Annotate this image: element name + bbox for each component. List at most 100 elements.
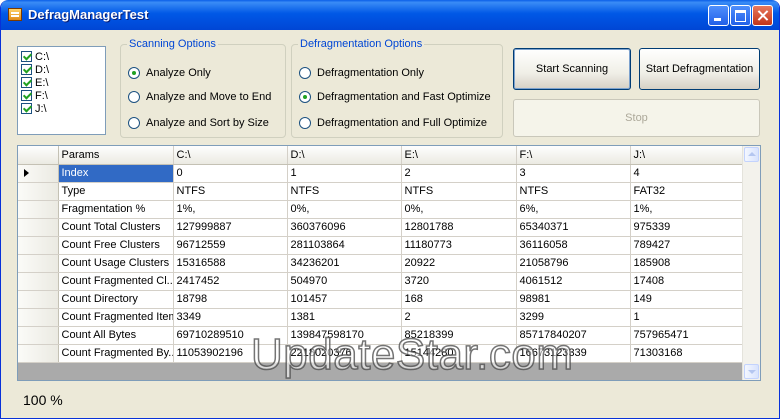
- grid-cell[interactable]: NTFS: [516, 182, 631, 201]
- column-header[interactable]: Params: [58, 146, 174, 165]
- grid-cell[interactable]: 2: [401, 308, 517, 327]
- radio-icon[interactable]: [128, 117, 140, 129]
- grid-cell[interactable]: 11180773: [401, 236, 517, 255]
- checkbox-checked-icon[interactable]: [21, 77, 32, 88]
- minimize-button[interactable]: [708, 5, 729, 26]
- grid-cell[interactable]: NTFS: [173, 182, 288, 201]
- maximize-button[interactable]: [730, 5, 751, 26]
- drive-item[interactable]: C:\: [21, 50, 105, 63]
- grid-cell[interactable]: 149: [630, 290, 745, 309]
- grid-cell[interactable]: 4061512: [516, 272, 631, 291]
- grid-cell[interactable]: 71303168: [630, 344, 745, 363]
- checkbox-checked-icon[interactable]: [21, 64, 32, 75]
- grid-cell[interactable]: Count Directory: [58, 290, 174, 309]
- grid-cell[interactable]: 1381: [287, 308, 402, 327]
- column-header[interactable]: J:\: [630, 146, 745, 165]
- table-row[interactable]: Fragmentation % 1%, 0%, 0%, 6%, 1%,: [18, 200, 745, 219]
- grid-cell[interactable]: NTFS: [401, 182, 517, 201]
- grid-cell[interactable]: 3: [516, 164, 631, 183]
- radio-icon[interactable]: [299, 67, 311, 79]
- grid-cell[interactable]: 0%,: [401, 200, 517, 219]
- grid-cell[interactable]: 127999887: [173, 218, 288, 237]
- grid-cell[interactable]: 2417452: [173, 272, 288, 291]
- grid-cell[interactable]: 98981: [516, 290, 631, 309]
- grid-cell[interactable]: 2: [401, 164, 517, 183]
- grid-cell[interactable]: 0: [173, 164, 288, 183]
- grid-cell[interactable]: Index: [58, 164, 174, 183]
- radio-selected-icon[interactable]: [299, 91, 311, 103]
- start-scanning-button[interactable]: Start Scanning: [513, 48, 631, 90]
- grid-cell[interactable]: 1: [630, 308, 745, 327]
- radio-icon[interactable]: [299, 117, 311, 129]
- radio-defrag-only[interactable]: Defragmentation Only: [299, 67, 424, 79]
- grid-cell[interactable]: 504970: [287, 272, 402, 291]
- drive-item[interactable]: F:\: [21, 89, 105, 102]
- row-header[interactable]: [18, 218, 59, 237]
- row-header[interactable]: [18, 254, 59, 273]
- grid-cell[interactable]: 3349: [173, 308, 288, 327]
- table-row[interactable]: Count Fragmented Cl... 2417452 504970 3720 4…: [18, 272, 745, 291]
- radio-analyze-move-end[interactable]: Analyze and Move to End: [128, 91, 271, 103]
- row-header[interactable]: [18, 164, 59, 183]
- grid-cell[interactable]: 20922: [401, 254, 517, 273]
- row-header[interactable]: [18, 308, 59, 327]
- checkbox-checked-icon[interactable]: [21, 103, 32, 114]
- grid-cell[interactable]: 0%,: [287, 200, 402, 219]
- grid-cell[interactable]: Count Total Clusters: [58, 218, 174, 237]
- grid-cell[interactable]: 36116058: [516, 236, 631, 255]
- grid-cell[interactable]: 1%,: [173, 200, 288, 219]
- grid-cell[interactable]: Type: [58, 182, 174, 201]
- table-row[interactable]: Index 0 1 2 3 4: [18, 164, 745, 183]
- grid-cell[interactable]: 168: [401, 290, 517, 309]
- scroll-down-button[interactable]: [744, 364, 759, 379]
- grid-cell[interactable]: 6%,: [516, 200, 631, 219]
- table-row[interactable]: Count Total Clusters 127999887 360376096 12…: [18, 218, 745, 237]
- row-header[interactable]: [18, 236, 59, 255]
- grid-cell[interactable]: Count Usage Clusters: [58, 254, 174, 273]
- drive-item[interactable]: J:\: [21, 102, 105, 115]
- vertical-scrollbar[interactable]: [742, 146, 760, 380]
- grid-cell[interactable]: 96712559: [173, 236, 288, 255]
- grid-cell[interactable]: Fragmentation %: [58, 200, 174, 219]
- row-header[interactable]: [18, 272, 59, 291]
- radio-icon[interactable]: [128, 91, 140, 103]
- grid-cell[interactable]: 757965471: [630, 326, 745, 345]
- column-header[interactable]: D:\: [287, 146, 402, 165]
- table-row[interactable]: Count Fragmented Item 3349 1381 2 3299 1: [18, 308, 745, 327]
- checkbox-checked-icon[interactable]: [21, 90, 32, 101]
- grid-cell[interactable]: 12801788: [401, 218, 517, 237]
- radio-defrag-fast-optimize[interactable]: Defragmentation and Fast Optimize: [299, 91, 491, 103]
- grid-cell[interactable]: 1%,: [630, 200, 745, 219]
- row-header[interactable]: [18, 290, 59, 309]
- grid-cell[interactable]: 975339: [630, 218, 745, 237]
- grid-cell[interactable]: 185908: [630, 254, 745, 273]
- table-row[interactable]: Count Usage Clusters 15316588 34236201 2092…: [18, 254, 745, 273]
- grid-corner-cell[interactable]: [18, 146, 59, 165]
- table-row[interactable]: Count Directory 18798 101457 168 98981 149: [18, 290, 745, 309]
- grid-cell[interactable]: Count Fragmented Cl...: [58, 272, 174, 291]
- drive-item[interactable]: D:\: [21, 63, 105, 76]
- stop-button[interactable]: Stop: [513, 99, 760, 137]
- radio-defrag-full-optimize[interactable]: Defragmentation and Full Optimize: [299, 117, 487, 129]
- close-button[interactable]: [752, 5, 773, 26]
- grid-cell[interactable]: 21058796: [516, 254, 631, 273]
- grid-cell[interactable]: 3299: [516, 308, 631, 327]
- grid-cell[interactable]: 17408: [630, 272, 745, 291]
- grid-cell[interactable]: 789427: [630, 236, 745, 255]
- radio-analyze-only[interactable]: Analyze Only: [128, 67, 211, 79]
- grid-cell[interactable]: Count Free Clusters: [58, 236, 174, 255]
- grid-cell[interactable]: NTFS: [287, 182, 402, 201]
- column-header[interactable]: C:\: [173, 146, 288, 165]
- drive-checklist[interactable]: C:\ D:\ E:\ F:\ J:\: [17, 46, 106, 135]
- grid-cell[interactable]: 18798: [173, 290, 288, 309]
- grid-cell[interactable]: Count Fragmented By...: [58, 344, 174, 363]
- radio-analyze-sort-size[interactable]: Analyze and Sort by Size: [128, 117, 269, 129]
- grid-cell[interactable]: FAT32: [630, 182, 745, 201]
- drive-item[interactable]: E:\: [21, 76, 105, 89]
- row-header[interactable]: [18, 200, 59, 219]
- column-header[interactable]: E:\: [401, 146, 517, 165]
- grid-cell[interactable]: 65340371: [516, 218, 631, 237]
- grid-cell[interactable]: 360376096: [287, 218, 402, 237]
- scroll-up-button[interactable]: [744, 147, 759, 162]
- grid-cell[interactable]: 281103864: [287, 236, 402, 255]
